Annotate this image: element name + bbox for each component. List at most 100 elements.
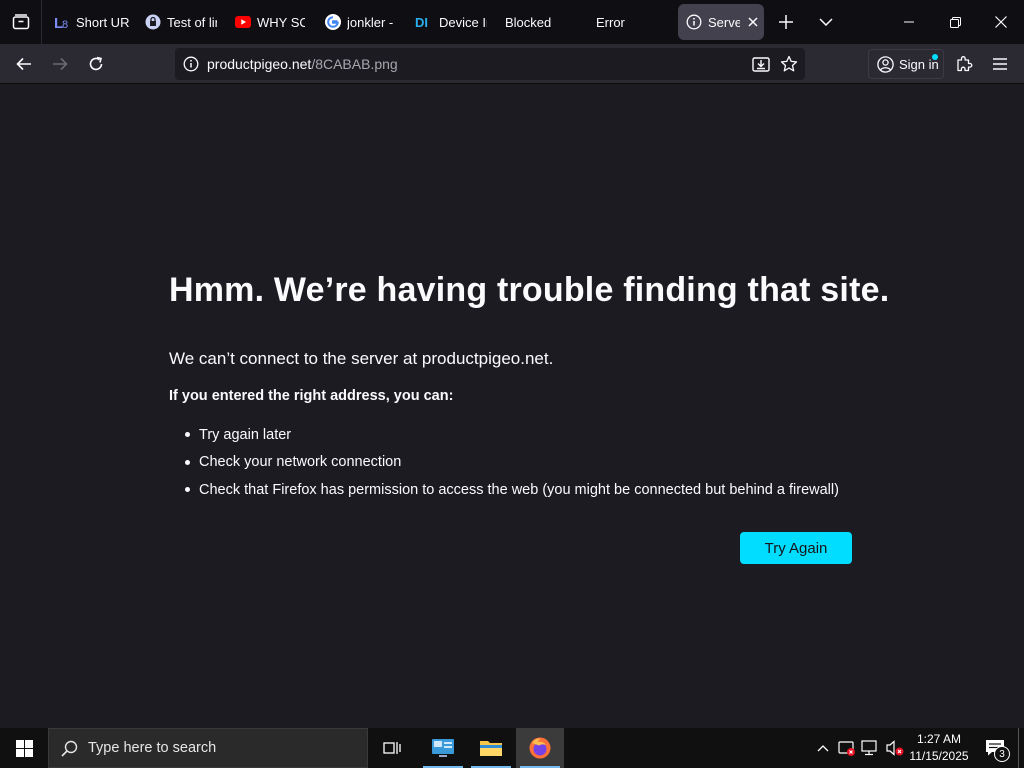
tray-volume[interactable] (885, 738, 905, 758)
show-desktop-button[interactable] (1018, 728, 1024, 768)
reload-icon (89, 56, 103, 71)
arrow-right-icon (53, 57, 68, 71)
lock-badge-icon (145, 14, 161, 30)
back-button[interactable] (8, 48, 40, 80)
list-all-tabs-button[interactable] (812, 8, 840, 36)
taskbar-app-file-explorer[interactable] (467, 728, 515, 768)
firefox-icon (529, 737, 551, 759)
bullet (185, 432, 190, 438)
di-logo-icon: DI (415, 14, 433, 30)
list-item: Check your network connection (185, 449, 839, 477)
save-page-button[interactable] (749, 52, 773, 76)
volume-muted-icon (886, 740, 904, 756)
bullet (185, 487, 190, 493)
tab-strip: L8 Short UR Test of lin WHY SO jonkler -… (0, 0, 1024, 44)
url-text[interactable]: productpigeo.net/8CABAB.png (207, 56, 398, 72)
tab-why-so[interactable]: WHY SO (235, 4, 305, 40)
svg-text:DI: DI (415, 15, 428, 29)
notification-count-badge: 3 (994, 746, 1010, 762)
error-subheading: If you entered the right address, you ca… (169, 388, 454, 404)
l8-logo-icon: L8 (54, 14, 70, 30)
chevron-up-icon (817, 745, 829, 752)
network-disconnected-icon (861, 740, 877, 756)
tab-title: Short UR (76, 14, 130, 30)
tab-test-of-link[interactable]: Test of lin (145, 4, 217, 40)
error-title: Hmm. We’re having trouble finding that s… (169, 271, 890, 309)
tab-title: Device In (439, 14, 487, 30)
close-icon (995, 16, 1007, 28)
restore-icon (949, 16, 961, 28)
arrow-left-icon (16, 57, 31, 71)
taskbar-app-control-panel[interactable] (419, 728, 467, 768)
minimize-button[interactable] (886, 0, 932, 44)
action-center-button[interactable]: 3 (978, 728, 1012, 768)
task-view-button[interactable] (368, 728, 416, 768)
close-window-button[interactable] (978, 0, 1024, 44)
site-info-button[interactable] (175, 48, 207, 80)
windows-taskbar: Type here to search 1:27 AM 11/15/2025 3 (0, 728, 1024, 768)
reload-button[interactable] (80, 48, 112, 80)
navigation-toolbar: productpigeo.net/8CABAB.png Sign in (0, 44, 1024, 84)
puzzle-piece-icon (957, 56, 973, 72)
windows-logo-icon (15, 739, 33, 757)
tab-title: Test of lin (167, 14, 217, 30)
tab-title: jonkler - (347, 14, 394, 30)
bullet (185, 459, 190, 465)
app-menu-button[interactable] (984, 48, 1016, 80)
download-tray-icon (752, 57, 770, 72)
tab-short-url[interactable]: L8 Short UR (54, 4, 132, 40)
task-view-icon (383, 742, 401, 754)
google-icon (325, 14, 341, 30)
suggestion-text: Try again later (199, 426, 292, 443)
address-bar[interactable]: productpigeo.net/8CABAB.png (175, 48, 805, 80)
search-icon (61, 740, 78, 757)
tab-blocked[interactable]: Blocked (505, 4, 575, 40)
show-hidden-icons-button[interactable] (813, 738, 833, 758)
forward-button[interactable] (44, 48, 76, 80)
start-button[interactable] (0, 728, 48, 768)
taskbar-clock[interactable]: 1:27 AM 11/15/2025 (904, 731, 974, 765)
url-host: productpigeo.net (207, 56, 312, 72)
bookmark-button[interactable] (777, 52, 801, 76)
svg-text:8: 8 (62, 19, 68, 30)
security-warning-icon (838, 741, 855, 756)
url-path: /8CABAB.png (311, 56, 398, 72)
hamburger-menu-icon (993, 58, 1007, 70)
tab-title: Error (596, 14, 625, 30)
close-icon (748, 17, 758, 27)
tab-device-info[interactable]: DI Device In (415, 4, 487, 40)
tab-error[interactable]: Error (596, 4, 656, 40)
restore-button[interactable] (932, 0, 978, 44)
taskbar-search-box[interactable]: Type here to search (48, 728, 368, 768)
notification-dot (932, 54, 938, 60)
sign-in-button[interactable]: Sign in (868, 49, 944, 79)
tab-jonkler[interactable]: jonkler - (325, 4, 395, 40)
close-tab-button[interactable] (744, 13, 762, 31)
account-icon (877, 55, 894, 73)
tab-title: Blocked (505, 14, 552, 30)
star-icon (780, 55, 798, 72)
youtube-icon (235, 14, 251, 30)
tray-security-status[interactable] (837, 738, 857, 758)
suggestion-list: Try again later Check your network conne… (185, 421, 839, 504)
clock-date: 11/15/2025 (909, 749, 969, 763)
suggestion-text: Check your network connection (199, 454, 402, 471)
list-item: Try again later (185, 421, 839, 449)
list-item: Check that Firefox has permission to acc… (185, 476, 839, 504)
chevron-down-icon (819, 18, 833, 26)
info-icon (183, 56, 199, 72)
extensions-button[interactable] (948, 48, 980, 80)
plus-icon (779, 15, 793, 29)
suggestion-text: Check that Firefox has permission to acc… (199, 481, 839, 498)
new-tab-button[interactable] (772, 8, 800, 36)
taskbar-app-firefox[interactable] (516, 728, 564, 768)
tab-server-not-found[interactable]: Server (678, 4, 764, 40)
clock-time: 1:27 AM (916, 732, 962, 746)
folder-icon (480, 741, 502, 756)
control-panel-icon (432, 739, 454, 757)
tab-title: Server (708, 14, 740, 30)
firefox-view-button[interactable] (0, 0, 42, 44)
tray-network[interactable] (861, 738, 881, 758)
try-again-button[interactable]: Try Again (740, 532, 852, 564)
error-page: Hmm. We’re having trouble finding that s… (0, 85, 1024, 728)
